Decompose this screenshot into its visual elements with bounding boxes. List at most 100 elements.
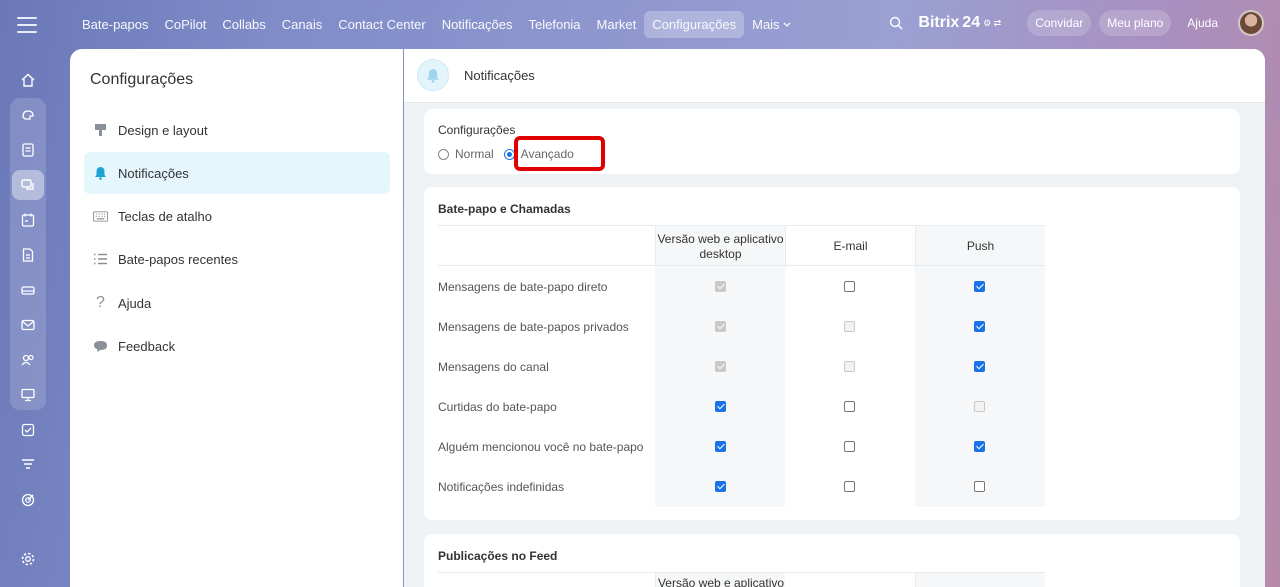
menu-item-label: Feedback xyxy=(118,338,176,354)
column-header-email: E-mail xyxy=(785,226,915,267)
left-icon-sidebar xyxy=(0,50,56,587)
my-plan-button[interactable]: Meu plano xyxy=(1099,10,1172,36)
nav-item-market[interactable]: Market xyxy=(589,11,645,38)
search-icon[interactable] xyxy=(889,16,903,30)
row-label: Notificações indefinidas xyxy=(438,480,565,494)
checkbox-web xyxy=(715,321,726,332)
column-bg-web: Versão web e aplicativo xyxy=(655,573,785,587)
nav-item-telefonia[interactable]: Telefonia xyxy=(521,11,589,38)
menu-item-bate-papos-recentes[interactable]: Bate-papos recentes xyxy=(84,238,390,280)
checkbox-web xyxy=(715,361,726,372)
chat-calls-card: Bate-papo e Chamadas Versão web e aplica… xyxy=(424,187,1240,520)
highlight-box xyxy=(514,136,605,171)
checkbox-email[interactable] xyxy=(844,401,855,412)
menu-item-label: Ajuda xyxy=(118,295,152,311)
mode-label: Configurações xyxy=(438,123,516,137)
panel-title: Configurações xyxy=(90,71,194,88)
funnel-icon[interactable] xyxy=(12,450,44,480)
goals-icon[interactable] xyxy=(12,485,44,515)
menu-burger-icon[interactable] xyxy=(17,17,37,33)
nav-item-notificacoes[interactable]: Notificações xyxy=(434,11,521,38)
checkbox-web[interactable] xyxy=(715,441,726,452)
menu-item-label: Teclas de atalho xyxy=(118,208,212,224)
menu-item-teclas[interactable]: Teclas de atalho xyxy=(84,195,390,237)
table-row: Mensagens de bate-papo direto xyxy=(438,267,1045,307)
checkbox-web[interactable] xyxy=(715,481,726,492)
menu-item-design[interactable]: Design e layout xyxy=(84,109,390,151)
mode-card: Configurações Normal Avançado xyxy=(424,109,1240,174)
feed-table: Versão web e aplicativo xyxy=(438,572,1045,587)
brand-logo: Bitrix 24 ⚙ ⇄ xyxy=(918,14,1001,32)
nav-item-contact-center[interactable]: Contact Center xyxy=(330,11,433,38)
menu-item-notificacoes[interactable]: Notificações xyxy=(84,152,390,194)
row-label: Alguém mencionou você no bate-papo xyxy=(438,440,644,454)
column-header-web: Versão web e aplicativo desktop xyxy=(655,226,785,267)
checkbox-push[interactable] xyxy=(974,321,985,332)
column-header-web: Versão web e aplicativo xyxy=(657,576,785,587)
nav-more-button[interactable]: Mais xyxy=(744,11,798,38)
brush-icon xyxy=(93,123,108,138)
checkbox-email[interactable] xyxy=(844,281,855,292)
nav-item-bate-papos[interactable]: Bate-papos xyxy=(74,11,157,38)
checkbox-push[interactable] xyxy=(974,361,985,372)
calendar-icon[interactable] xyxy=(12,205,44,235)
tasks-icon[interactable] xyxy=(12,415,44,445)
checkbox-email[interactable] xyxy=(844,481,855,492)
table-row: Notificações indefinidas xyxy=(438,467,1045,507)
radio-normal[interactable] xyxy=(438,148,449,160)
invite-button[interactable]: Convidar xyxy=(1027,10,1092,36)
table-header: Versão web e aplicativo desktop E-mail P… xyxy=(438,225,1045,267)
nav-item-configuracoes[interactable]: Configurações xyxy=(644,11,745,38)
drive-icon[interactable] xyxy=(12,275,44,305)
checkbox-push xyxy=(974,401,985,412)
checkbox-push[interactable] xyxy=(974,481,985,492)
section-title: Publicações no Feed xyxy=(438,549,558,563)
feed-icon[interactable] xyxy=(12,135,44,165)
checkbox-email[interactable] xyxy=(844,441,855,452)
table-row: Alguém mencionou você no bate-papo xyxy=(438,427,1045,467)
checkbox-web[interactable] xyxy=(715,401,726,412)
nav-item-copilot[interactable]: CoPilot xyxy=(157,11,215,38)
menu-item-label: Design e layout xyxy=(118,122,208,138)
radio-normal-label: Normal xyxy=(455,147,494,161)
column-header-push: Push xyxy=(915,226,1045,267)
help-button[interactable]: Ajuda xyxy=(1179,10,1226,36)
user-avatar[interactable] xyxy=(1238,10,1264,36)
mail-icon[interactable] xyxy=(12,310,44,340)
question-icon: ? xyxy=(96,294,105,311)
top-nav: Bate-papos CoPilot Collabs Canais Contac… xyxy=(74,11,799,38)
chevron-down-icon xyxy=(783,22,791,27)
keyboard-icon xyxy=(93,209,108,224)
contacts-icon[interactable] xyxy=(12,345,44,375)
chat-icon[interactable] xyxy=(12,170,44,200)
feed-card: Publicações no Feed Versão web e aplicat… xyxy=(424,534,1240,587)
checkbox-push[interactable] xyxy=(974,441,985,452)
checkbox-email xyxy=(844,361,855,372)
header-title: Notificações xyxy=(464,68,535,83)
table-row: Curtidas do bate-papo xyxy=(438,387,1045,427)
top-bar: Bate-papos CoPilot Collabs Canais Contac… xyxy=(0,0,1280,50)
table-row: Mensagens de bate-papos privados xyxy=(438,307,1045,347)
menu-item-ajuda[interactable]: ? Ajuda xyxy=(84,282,390,324)
menu-item-label: Bate-papos recentes xyxy=(118,251,238,267)
copilot-icon[interactable] xyxy=(12,100,44,130)
menu-item-feedback[interactable]: Feedback xyxy=(84,325,390,367)
settings-panel: Configurações Design e layout Notificaçõ… xyxy=(70,49,403,587)
column-bg-push xyxy=(915,573,1045,587)
settings-gear-icon[interactable] xyxy=(12,544,44,574)
document-icon[interactable] xyxy=(12,240,44,270)
list-icon xyxy=(93,252,108,267)
nav-item-collabs[interactable]: Collabs xyxy=(214,11,273,38)
table-row: Mensagens do canal xyxy=(438,347,1045,387)
menu-item-label: Notificações xyxy=(118,165,189,181)
brand-name: Bitrix xyxy=(918,14,960,31)
row-label: Mensagens de bate-papos privados xyxy=(438,320,629,334)
nav-item-canais[interactable]: Canais xyxy=(274,11,330,38)
cloud-status-icon: ⚙ ⇄ xyxy=(983,17,1002,28)
checkbox-push[interactable] xyxy=(974,281,985,292)
home-icon[interactable] xyxy=(12,65,44,95)
notifications-content: Notificações Configurações Normal Avança… xyxy=(404,49,1265,587)
checkbox-web xyxy=(715,281,726,292)
crm-icon[interactable] xyxy=(12,380,44,410)
nav-more-label: Mais xyxy=(752,17,780,32)
